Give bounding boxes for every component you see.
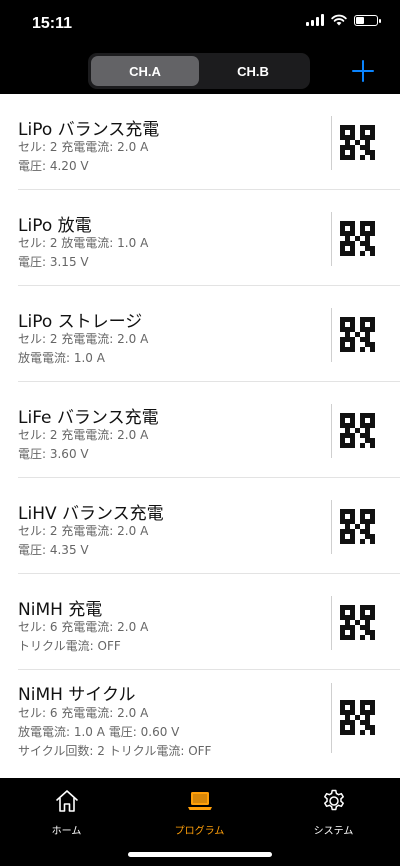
program-detail: 放電電流: 1.0 A 電圧: 0.60 V [18, 725, 180, 739]
tab-home[interactable]: ホーム [0, 786, 133, 846]
program-detail: 電圧: 4.35 V [18, 543, 89, 557]
program-title: NiMH 充電 [18, 600, 103, 620]
tab-program[interactable]: プログラム [133, 786, 266, 846]
status-bar: 15:11 [0, 0, 400, 48]
program-detail: セル: 2 充電電流: 2.0 A [18, 332, 149, 346]
program-detail: 電圧: 3.15 V [18, 255, 89, 269]
divider [331, 308, 332, 362]
tab-label: プログラム [174, 826, 225, 837]
home-icon [56, 790, 78, 812]
program-title: LiPo バランス充電 [18, 120, 160, 140]
wifi-icon [331, 14, 347, 26]
list-item[interactable]: LiFe バランス充電 セル: 2 充電電流: 2.0 A 電圧: 3.60 V [0, 382, 400, 478]
cellular-signal-icon [306, 14, 324, 26]
list-item[interactable]: LiHV バランス充電 セル: 2 充電電流: 2.0 A 電圧: 4.35 V [0, 478, 400, 574]
status-time: 15:11 [32, 15, 73, 32]
qr-code-icon[interactable] [340, 317, 375, 352]
tab-label: ホーム [51, 826, 82, 837]
program-list: LiPo バランス充電 セル: 2 充電電流: 2.0 A 電圧: 4.20 V… [0, 94, 400, 778]
divider [331, 683, 332, 753]
program-title: LiHV バランス充電 [18, 504, 164, 524]
program-detail: セル: 2 充電電流: 2.0 A [18, 524, 149, 538]
header: CH.A CH.B [0, 48, 400, 94]
home-indicator [128, 852, 272, 857]
program-title: NiMH サイクル [18, 685, 136, 705]
divider [331, 596, 332, 650]
program-detail: セル: 6 充電電流: 2.0 A [18, 620, 149, 634]
qr-code-icon[interactable] [340, 700, 375, 735]
program-detail: セル: 6 充電電流: 2.0 A [18, 706, 149, 720]
list-item[interactable]: NiMH 充電 セル: 6 充電電流: 2.0 A トリクル電流: OFF [0, 574, 400, 670]
program-detail: セル: 2 充電電流: 2.0 A [18, 140, 149, 154]
channel-segmented-control: CH.A CH.B [88, 53, 310, 89]
program-detail: 電圧: 4.20 V [18, 159, 89, 173]
gear-icon [324, 789, 344, 811]
list-item[interactable]: LiPo バランス充電 セル: 2 充電電流: 2.0 A 電圧: 4.20 V [0, 94, 400, 190]
battery-icon [354, 14, 381, 26]
list-item[interactable]: LiPo ストレージ セル: 2 充電電流: 2.0 A 放電電流: 1.0 A [0, 286, 400, 382]
status-icons [306, 14, 381, 26]
program-detail: トリクル電流: OFF [18, 639, 121, 653]
program-title: LiFe バランス充電 [18, 408, 159, 428]
program-title: LiPo ストレージ [18, 312, 143, 332]
divider [331, 212, 332, 266]
segment-ch-a[interactable]: CH.A [91, 56, 199, 86]
qr-code-icon[interactable] [340, 413, 375, 448]
divider [331, 404, 332, 458]
program-detail: サイクル回数: 2 トリクル電流: OFF [18, 744, 212, 758]
laptop-icon [188, 792, 212, 810]
divider [331, 116, 332, 170]
qr-code-icon[interactable] [340, 125, 375, 160]
program-detail: 電圧: 3.60 V [18, 447, 89, 461]
qr-code-icon[interactable] [340, 605, 375, 640]
list-item[interactable]: NiMH サイクル セル: 6 充電電流: 2.0 A 放電電流: 1.0 A … [0, 670, 400, 768]
divider [331, 500, 332, 554]
program-title: LiPo 放電 [18, 216, 92, 236]
tab-system[interactable]: システム [267, 786, 400, 846]
program-detail: セル: 2 放電電流: 1.0 A [18, 236, 149, 250]
qr-code-icon[interactable] [340, 221, 375, 256]
segment-ch-b[interactable]: CH.B [199, 56, 307, 86]
program-detail: 放電電流: 1.0 A [18, 351, 105, 365]
list-item[interactable]: LiPo 放電 セル: 2 放電電流: 1.0 A 電圧: 3.15 V [0, 190, 400, 286]
tab-label: システム [313, 826, 354, 837]
plus-icon[interactable] [352, 60, 374, 82]
qr-code-icon[interactable] [340, 509, 375, 544]
program-detail: セル: 2 充電電流: 2.0 A [18, 428, 149, 442]
